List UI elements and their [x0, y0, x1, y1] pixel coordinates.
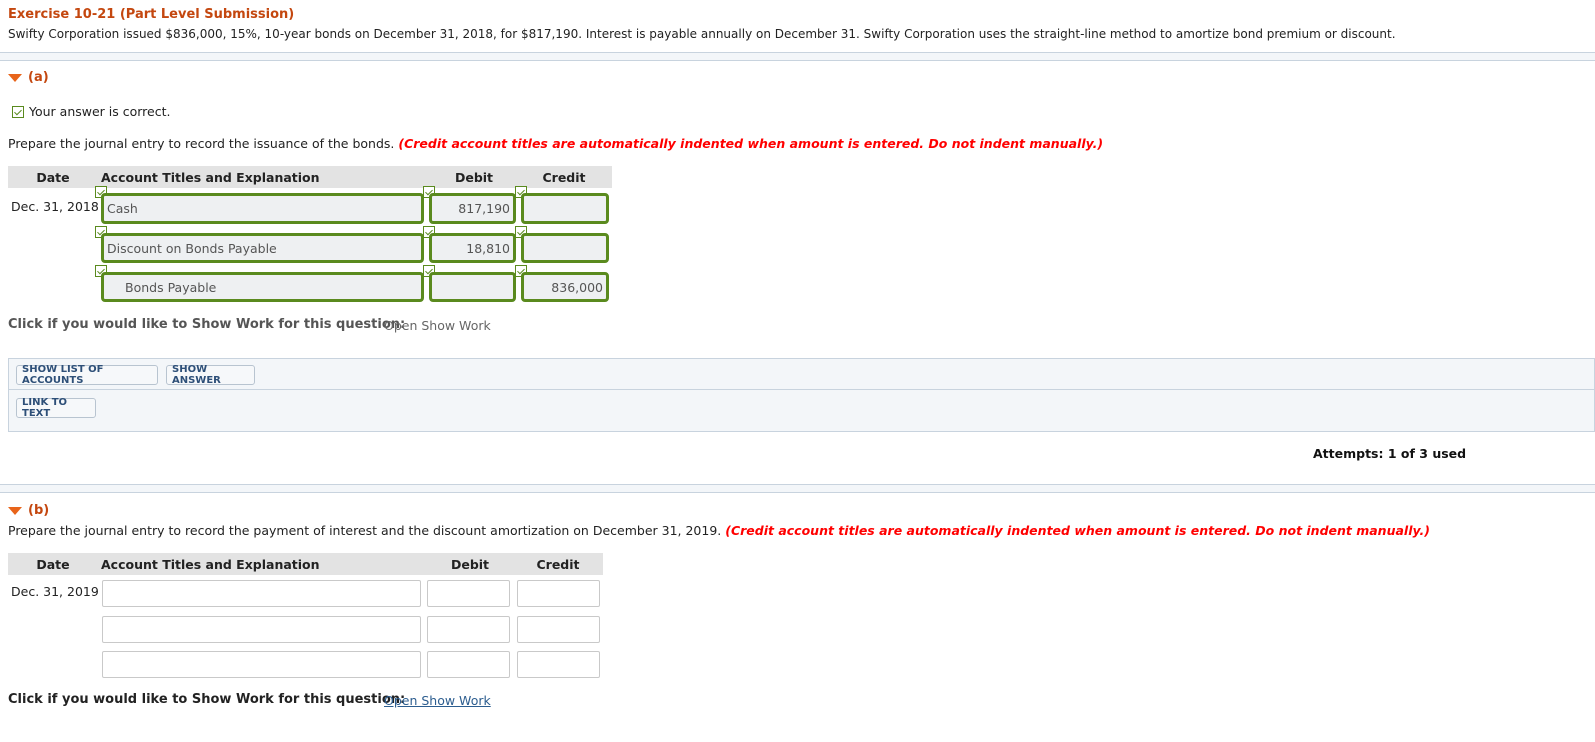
debit-field[interactable] — [429, 272, 516, 302]
account-field[interactable]: Discount on Bonds Payable — [101, 233, 424, 263]
show-list-of-accounts-button[interactable]: SHOW LIST OF ACCOUNTS — [16, 364, 158, 386]
problem-statement: Swifty Corporation issued $836,000, 15%,… — [8, 27, 1396, 41]
col-account: Account Titles and Explanation — [101, 556, 320, 572]
journal-table-header-a: Date Account Titles and Explanation Debi… — [8, 166, 612, 188]
col-debit: Debit — [454, 169, 494, 185]
open-show-work-link-a[interactable]: Open Show Work — [384, 318, 491, 333]
entry-date-a: Dec. 31, 2018 — [11, 199, 99, 214]
credit-input[interactable] — [517, 651, 600, 678]
account-input[interactable] — [102, 580, 421, 607]
part-b-toggle[interactable]: (b) — [8, 503, 49, 518]
divider-band — [0, 53, 1595, 60]
show-answer-button[interactable]: SHOW ANSWER — [166, 364, 255, 386]
correct-status-text: Your answer is correct. — [29, 104, 171, 119]
col-date: Date — [36, 556, 70, 572]
account-field[interactable]: Cash — [101, 193, 424, 224]
col-debit: Debit — [450, 556, 490, 572]
link-to-text-button[interactable]: LINK TO TEXT — [16, 397, 96, 419]
divider — [0, 492, 1595, 493]
open-show-work-link-b[interactable]: Open Show Work — [384, 693, 491, 708]
part-b-instruction: Prepare the journal entry to record the … — [8, 523, 1430, 538]
attempts-counter: Attempts: 1 of 3 used — [1313, 446, 1467, 461]
col-credit: Credit — [536, 556, 580, 572]
instruction-note: (Credit account titles are automatically… — [725, 523, 1430, 538]
exercise-title: Exercise 10-21 (Part Level Submission) — [8, 7, 295, 22]
debit-input[interactable] — [427, 580, 510, 607]
part-a-toggle[interactable]: (a) — [8, 70, 49, 85]
account-field[interactable]: Bonds Payable — [101, 272, 424, 302]
credit-field[interactable] — [521, 193, 609, 224]
correct-status: Your answer is correct. — [12, 104, 170, 119]
divider-band — [0, 485, 1595, 492]
check-icon — [12, 105, 24, 118]
debit-input[interactable] — [427, 651, 510, 678]
credit-field[interactable] — [521, 233, 609, 263]
collapse-triangle-icon — [8, 506, 22, 515]
instruction-text: Prepare the journal entry to record the … — [8, 523, 722, 538]
col-credit: Credit — [542, 169, 586, 185]
credit-input[interactable] — [517, 580, 600, 607]
action-panel: SHOW LIST OF ACCOUNTS SHOW ANSWER LINK T… — [8, 358, 1595, 432]
credit-field[interactable]: 836,000 — [521, 272, 609, 302]
panel-divider — [9, 389, 1594, 390]
credit-input[interactable] — [517, 616, 600, 643]
show-work-label-a: Click if you would like to Show Work for… — [8, 317, 406, 332]
divider — [0, 60, 1595, 61]
col-date: Date — [36, 169, 70, 185]
show-work-label-b: Click if you would like to Show Work for… — [8, 692, 406, 707]
col-account: Account Titles and Explanation — [101, 169, 320, 185]
part-a-instruction: Prepare the journal entry to record the … — [8, 136, 1103, 151]
journal-table-header-b: Date Account Titles and Explanation Debi… — [8, 553, 603, 575]
collapse-triangle-icon — [8, 73, 22, 82]
account-input[interactable] — [102, 651, 421, 678]
part-b-label: (b) — [28, 503, 50, 518]
instruction-text: Prepare the journal entry to record the … — [8, 136, 395, 151]
debit-field[interactable]: 817,190 — [429, 193, 516, 224]
part-a-label: (a) — [28, 70, 49, 85]
debit-field[interactable]: 18,810 — [429, 233, 516, 263]
instruction-note: (Credit account titles are automatically… — [398, 136, 1104, 151]
account-input[interactable] — [102, 616, 421, 643]
entry-date-b: Dec. 31, 2019 — [11, 584, 99, 599]
debit-input[interactable] — [427, 616, 510, 643]
